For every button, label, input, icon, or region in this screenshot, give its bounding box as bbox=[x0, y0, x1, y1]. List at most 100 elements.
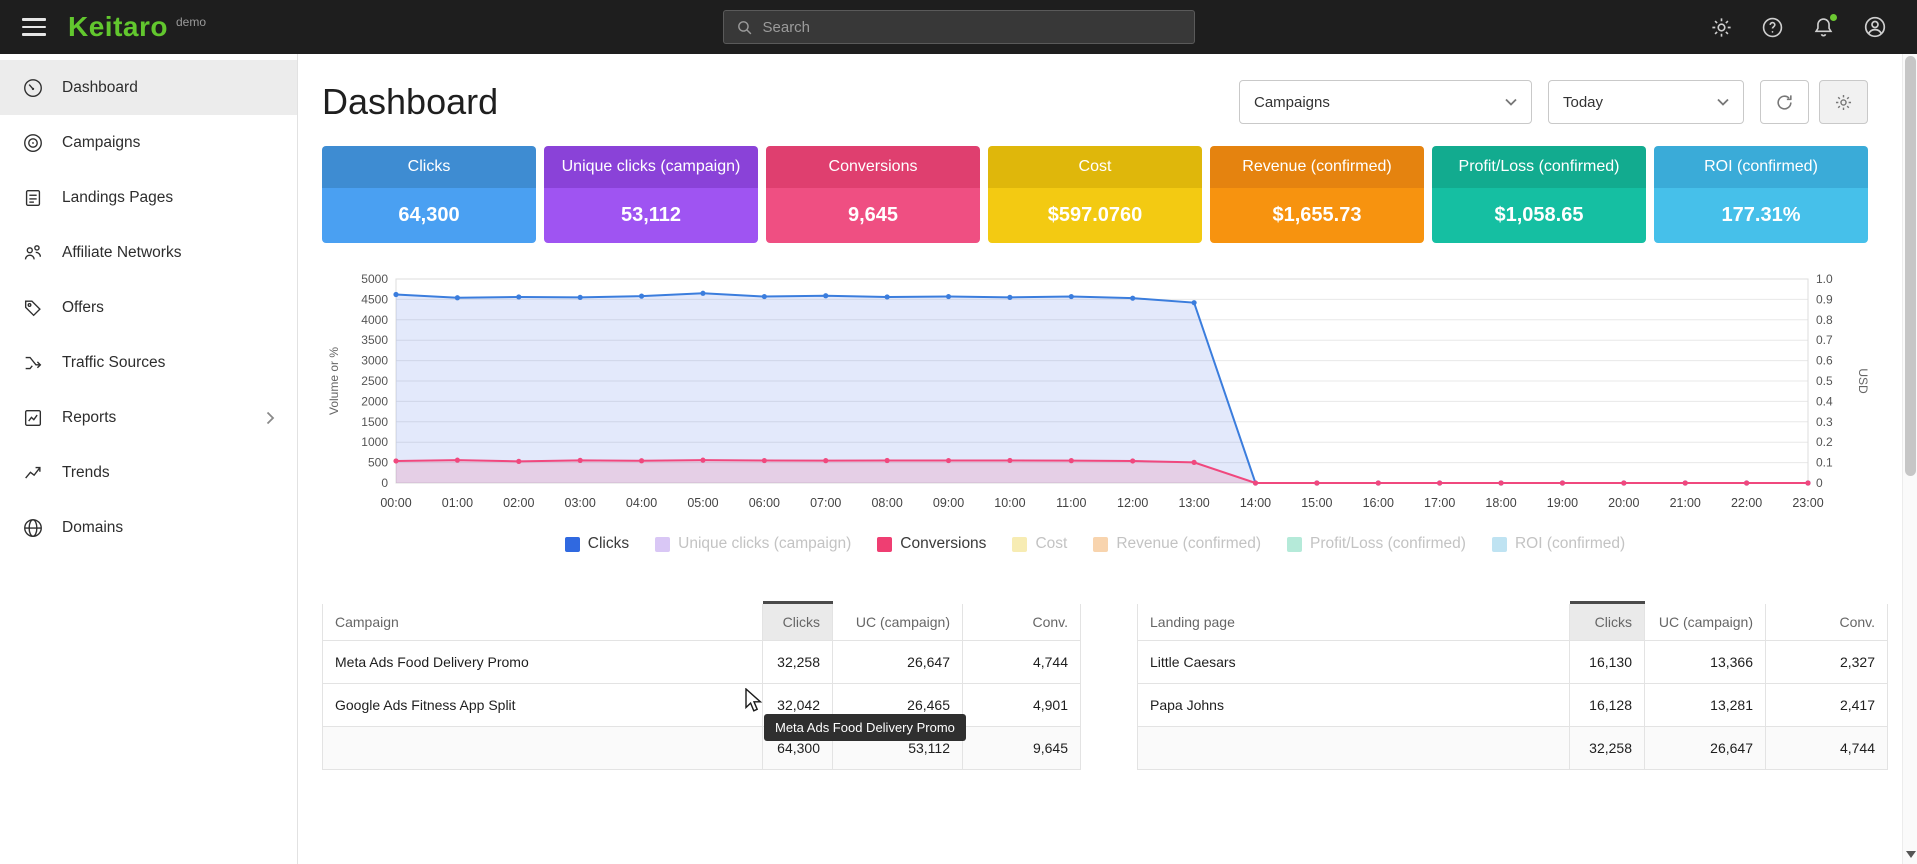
column-header-clicks[interactable]: Clicks bbox=[763, 603, 833, 641]
table-row[interactable]: Meta Ads Food Delivery Promo32,25826,647… bbox=[323, 641, 1081, 684]
legend-item-conversions[interactable]: Conversions bbox=[877, 535, 986, 553]
sidebar-item-label: Reports bbox=[62, 409, 248, 427]
column-header-uc-campaign[interactable]: UC (campaign) bbox=[833, 603, 963, 641]
metric-card-label: ROI (confirmed) bbox=[1654, 146, 1868, 188]
gear-icon[interactable] bbox=[1710, 16, 1733, 39]
table-row[interactable]: Papa Johns16,12813,2812,417 bbox=[1138, 684, 1888, 727]
refresh-icon bbox=[1775, 93, 1794, 112]
search-box bbox=[723, 10, 1195, 44]
total-conv: 9,645 bbox=[963, 727, 1081, 770]
metric-card-unique-clicks-campaign[interactable]: Unique clicks (campaign)53,112 bbox=[544, 146, 758, 243]
menu-toggle-button[interactable] bbox=[0, 0, 68, 54]
user-avatar-icon[interactable] bbox=[1863, 15, 1887, 39]
svg-text:12:00: 12:00 bbox=[1117, 496, 1148, 510]
svg-text:09:00: 09:00 bbox=[933, 496, 964, 510]
metric-card-revenue-confirmed[interactable]: Revenue (confirmed)$1,655.73 bbox=[1210, 146, 1424, 243]
page-scrollbar[interactable] bbox=[1902, 54, 1917, 864]
refresh-button[interactable] bbox=[1760, 80, 1809, 124]
svg-text:02:00: 02:00 bbox=[503, 496, 534, 510]
svg-text:11:00: 11:00 bbox=[1056, 496, 1086, 510]
svg-text:0.2: 0.2 bbox=[1816, 435, 1833, 449]
sidebar-item-label: Campaigns bbox=[62, 134, 275, 152]
svg-text:18:00: 18:00 bbox=[1485, 496, 1516, 510]
svg-text:1000: 1000 bbox=[361, 435, 388, 449]
svg-text:500: 500 bbox=[368, 456, 388, 470]
legend-item-roi-confirmed[interactable]: ROI (confirmed) bbox=[1492, 535, 1625, 553]
sidebar-item-label: Trends bbox=[62, 464, 275, 482]
cell-name[interactable]: Google Ads Fitness App Split bbox=[323, 684, 763, 727]
column-header-conv[interactable]: Conv. bbox=[1766, 603, 1888, 641]
traffic-chart[interactable]: 0500100015002000250030003500400045005000… bbox=[322, 271, 1868, 523]
svg-text:05:00: 05:00 bbox=[687, 496, 718, 510]
sidebar-item-offers[interactable]: Offers bbox=[0, 280, 297, 335]
column-header-landing-page[interactable]: Landing page bbox=[1138, 603, 1570, 641]
offers-icon bbox=[22, 297, 44, 319]
logo[interactable]: Keitaro demo bbox=[68, 13, 206, 41]
metric-card-value: 53,112 bbox=[544, 188, 758, 243]
svg-text:3000: 3000 bbox=[361, 354, 388, 368]
column-header-uc-campaign[interactable]: UC (campaign) bbox=[1645, 603, 1766, 641]
legend-item-cost[interactable]: Cost bbox=[1012, 535, 1067, 553]
metric-card-value: $1,655.73 bbox=[1210, 188, 1424, 243]
legend-item-clicks[interactable]: Clicks bbox=[565, 535, 629, 553]
landing-pages-table-container: Landing pageClicksUC (campaign)Conv.Litt… bbox=[1137, 601, 1888, 770]
column-header-conv[interactable]: Conv. bbox=[963, 603, 1081, 641]
sidebar-item-campaigns[interactable]: Campaigns bbox=[0, 115, 297, 170]
legend-item-revenue-confirmed[interactable]: Revenue (confirmed) bbox=[1093, 535, 1261, 553]
svg-text:4500: 4500 bbox=[361, 292, 388, 306]
metric-card-cost[interactable]: Cost$597.0760 bbox=[988, 146, 1202, 243]
cell-name[interactable]: Meta Ads Food Delivery Promo bbox=[323, 641, 763, 684]
table-row[interactable]: Little Caesars16,13013,3662,327 bbox=[1138, 641, 1888, 684]
cell-name[interactable]: Papa Johns bbox=[1138, 684, 1570, 727]
topbar-actions bbox=[1710, 15, 1917, 39]
metric-cards-row: Clicks64,300Unique clicks (campaign)53,1… bbox=[322, 146, 1868, 243]
topbar: Keitaro demo bbox=[0, 0, 1917, 54]
svg-text:3500: 3500 bbox=[361, 333, 388, 347]
date-range-select[interactable]: Today bbox=[1548, 80, 1744, 124]
legend-label: ROI (confirmed) bbox=[1515, 535, 1625, 553]
svg-text:08:00: 08:00 bbox=[871, 496, 902, 510]
metric-card-conversions[interactable]: Conversions9,645 bbox=[766, 146, 980, 243]
metric-card-value: $597.0760 bbox=[988, 188, 1202, 243]
sidebar-item-affiliate-networks[interactable]: Affiliate Networks bbox=[0, 225, 297, 280]
legend-swatch bbox=[1012, 537, 1027, 552]
cell-conv: 4,744 bbox=[963, 641, 1081, 684]
svg-text:01:00: 01:00 bbox=[442, 496, 473, 510]
campaigns-filter-select[interactable]: Campaigns bbox=[1239, 80, 1532, 124]
column-header-clicks[interactable]: Clicks bbox=[1570, 603, 1645, 641]
sidebar-item-dashboard[interactable]: Dashboard bbox=[0, 60, 297, 115]
sidebar-item-landings-pages[interactable]: Landings Pages bbox=[0, 170, 297, 225]
notifications-bell-icon[interactable] bbox=[1812, 16, 1835, 39]
scroll-down-arrow[interactable] bbox=[1906, 851, 1916, 858]
svg-text:23:00: 23:00 bbox=[1792, 496, 1823, 510]
table-row[interactable]: Google Ads Fitness App Split32,04226,465… bbox=[323, 684, 1081, 727]
cell-name[interactable]: Little Caesars bbox=[1138, 641, 1570, 684]
metric-card-clicks[interactable]: Clicks64,300 bbox=[322, 146, 536, 243]
sidebar-item-reports[interactable]: Reports bbox=[0, 390, 297, 445]
column-header-campaign[interactable]: Campaign bbox=[323, 603, 763, 641]
sidebar-item-trends[interactable]: Trends bbox=[0, 445, 297, 500]
total-uc: 26,647 bbox=[1645, 727, 1766, 770]
svg-text:14:00: 14:00 bbox=[1240, 496, 1271, 510]
sidebar: Dashboard Campaigns Landings Pages Affiliat… bbox=[0, 54, 298, 864]
metric-card-roi-confirmed[interactable]: ROI (confirmed)177.31% bbox=[1654, 146, 1868, 243]
notification-dot bbox=[1829, 13, 1838, 22]
metric-card-profit-loss-confirmed[interactable]: Profit/Loss (confirmed)$1,058.65 bbox=[1432, 146, 1646, 243]
svg-text:13:00: 13:00 bbox=[1178, 496, 1209, 510]
legend-item-unique-clicks-campaign[interactable]: Unique clicks (campaign) bbox=[655, 535, 851, 553]
legend-swatch bbox=[565, 537, 580, 552]
row-tooltip: Meta Ads Food Delivery Promo bbox=[764, 714, 966, 741]
svg-text:0.1: 0.1 bbox=[1816, 456, 1833, 470]
legend-item-profit-loss-confirmed[interactable]: Profit/Loss (confirmed) bbox=[1287, 535, 1466, 553]
sidebar-item-traffic-sources[interactable]: Traffic Sources bbox=[0, 335, 297, 390]
sidebar-item-label: Affiliate Networks bbox=[62, 244, 275, 262]
sidebar-item-domains[interactable]: Domains bbox=[0, 500, 297, 555]
dashboard-settings-button[interactable] bbox=[1819, 80, 1868, 124]
search-input[interactable] bbox=[763, 19, 1182, 36]
svg-text:17:00: 17:00 bbox=[1424, 496, 1455, 510]
help-icon[interactable] bbox=[1761, 16, 1784, 39]
logo-demo-label: demo bbox=[176, 15, 206, 29]
metric-card-label: Conversions bbox=[766, 146, 980, 188]
dashboard-icon bbox=[22, 77, 44, 99]
scrollbar-thumb[interactable] bbox=[1905, 56, 1916, 476]
